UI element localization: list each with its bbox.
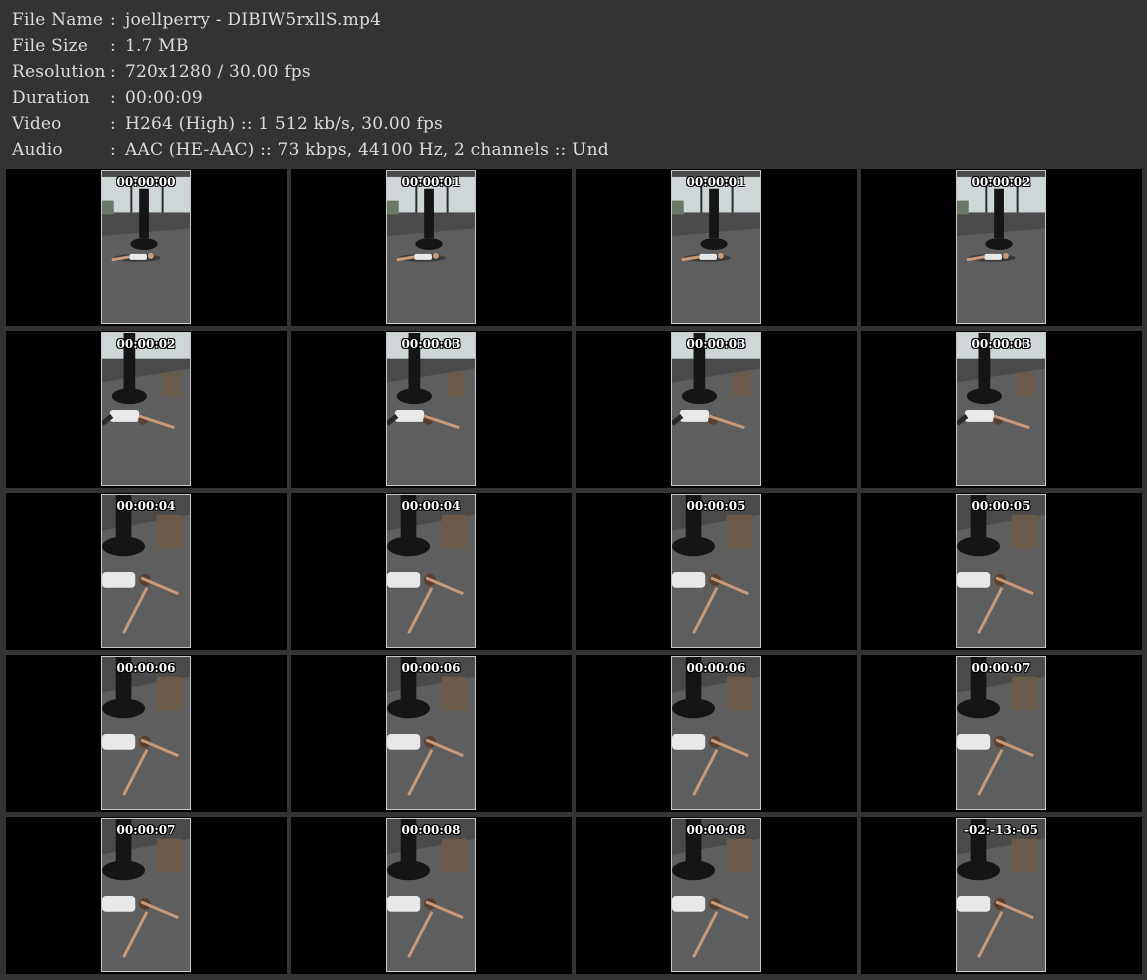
frame-timestamp: 00:00:01 bbox=[401, 175, 461, 189]
video-frame-image: 00:00:04 bbox=[101, 494, 191, 648]
video-frame-image: 00:00:03 bbox=[671, 332, 761, 486]
frame-timestamp: 00:00:05 bbox=[686, 499, 746, 513]
info-label: Audio bbox=[12, 140, 63, 160]
frame-timestamp: 00:00:08 bbox=[401, 823, 461, 837]
frame-timestamp: 00:00:02 bbox=[116, 337, 176, 351]
video-frame-image: 00:00:06 bbox=[101, 656, 191, 810]
frame-timestamp: 00:00:04 bbox=[116, 499, 176, 513]
info-label: File Size bbox=[12, 36, 89, 56]
thumbnail-cell[interactable]: 00:00:07 bbox=[6, 817, 287, 974]
thumbnail-cell[interactable]: 00:00:05 bbox=[861, 493, 1142, 650]
thumbnail-cell[interactable]: 00:00:03 bbox=[861, 331, 1142, 488]
thumbnail-cell[interactable]: -02:-13:-05 bbox=[861, 817, 1142, 974]
info-value[interactable]: joellperry - DIBIW5rxllS.mp4 bbox=[125, 9, 381, 31]
info-value[interactable]: 1.7 MB bbox=[125, 35, 189, 57]
video-frame-image: 00:00:02 bbox=[101, 332, 191, 486]
thumbnail-cell[interactable]: 00:00:08 bbox=[291, 817, 572, 974]
thumbnail-cell[interactable]: 00:00:05 bbox=[576, 493, 857, 650]
info-value[interactable]: 00:00:09 bbox=[125, 87, 203, 109]
video-frame-image: 00:00:04 bbox=[386, 494, 476, 648]
info-value[interactable]: 720x1280 / 30.00 fps bbox=[125, 61, 311, 83]
video-frame-image: 00:00:07 bbox=[101, 818, 191, 972]
frame-timestamp: -02:-13:-05 bbox=[964, 823, 1038, 837]
thumbnail-cell[interactable]: 00:00:06 bbox=[291, 655, 572, 812]
video-frame-image: 00:00:05 bbox=[671, 494, 761, 648]
info-label: Resolution bbox=[12, 62, 106, 82]
thumbnail-cell[interactable]: 00:00:01 bbox=[291, 169, 572, 326]
frame-timestamp: 00:00:07 bbox=[971, 661, 1031, 675]
video-frame-image: 00:00:08 bbox=[386, 818, 476, 972]
frame-timestamp: 00:00:06 bbox=[686, 661, 746, 675]
info-label: Duration bbox=[12, 88, 90, 108]
info-value[interactable]: AAC (HE-AAC) :: 73 kbps, 44100 Hz, 2 cha… bbox=[125, 139, 609, 161]
thumbnail-cell[interactable]: 00:00:02 bbox=[861, 169, 1142, 326]
info-label: File Name bbox=[12, 10, 104, 30]
thumbnail-cell[interactable]: 00:00:01 bbox=[576, 169, 857, 326]
frame-timestamp: 00:00:08 bbox=[686, 823, 746, 837]
info-separator: : bbox=[110, 88, 116, 108]
frame-timestamp: 00:00:05 bbox=[971, 499, 1031, 513]
video-frame-image: 00:00:01 bbox=[386, 170, 476, 324]
info-separator: : bbox=[110, 36, 116, 56]
video-frame-image: 00:00:03 bbox=[386, 332, 476, 486]
frame-timestamp: 00:00:06 bbox=[116, 661, 176, 675]
video-frame-image: 00:00:08 bbox=[671, 818, 761, 972]
info-label: Video bbox=[12, 114, 62, 134]
frame-timestamp: 00:00:03 bbox=[971, 337, 1031, 351]
video-frame-image: 00:00:02 bbox=[956, 170, 1046, 324]
video-frame-image: 00:00:03 bbox=[956, 332, 1046, 486]
video-frame-image: -02:-13:-05 bbox=[956, 818, 1046, 972]
info-value[interactable]: H264 (High) :: 1 512 kb/s, 30.00 fps bbox=[125, 113, 443, 135]
frame-timestamp: 00:00:01 bbox=[686, 175, 746, 189]
video-frame-image: 00:00:05 bbox=[956, 494, 1046, 648]
thumbnail-cell[interactable]: 00:00:06 bbox=[6, 655, 287, 812]
frame-timestamp: 00:00:02 bbox=[971, 175, 1031, 189]
thumbnail-cell[interactable]: 00:00:03 bbox=[291, 331, 572, 488]
frame-timestamp: 00:00:04 bbox=[401, 499, 461, 513]
video-frame-image: 00:00:01 bbox=[671, 170, 761, 324]
info-separator: : bbox=[110, 140, 116, 160]
video-frame-image: 00:00:07 bbox=[956, 656, 1046, 810]
frame-timestamp: 00:00:00 bbox=[116, 175, 176, 189]
frame-timestamp: 00:00:07 bbox=[116, 823, 176, 837]
info-separator: : bbox=[110, 10, 116, 30]
info-separator: : bbox=[110, 62, 116, 82]
thumbnail-cell[interactable]: 00:00:06 bbox=[576, 655, 857, 812]
frame-timestamp: 00:00:03 bbox=[686, 337, 746, 351]
frame-timestamp: 00:00:06 bbox=[401, 661, 461, 675]
thumbnail-cell[interactable]: 00:00:02 bbox=[6, 331, 287, 488]
thumbnail-cell[interactable]: 00:00:04 bbox=[6, 493, 287, 650]
thumbnail-cell[interactable]: 00:00:03 bbox=[576, 331, 857, 488]
thumbnail-cell[interactable]: 00:00:07 bbox=[861, 655, 1142, 812]
frame-timestamp: 00:00:03 bbox=[401, 337, 461, 351]
video-frame-image: 00:00:00 bbox=[101, 170, 191, 324]
thumbnail-cell[interactable]: 00:00:08 bbox=[576, 817, 857, 974]
thumbnail-cell[interactable]: 00:00:00 bbox=[6, 169, 287, 326]
video-frame-image: 00:00:06 bbox=[671, 656, 761, 810]
file-info-header: File Name: joellperry - DIBIW5rxllS.mp4 Fi… bbox=[0, 0, 1147, 165]
info-separator: : bbox=[110, 114, 116, 134]
video-frame-image: 00:00:06 bbox=[386, 656, 476, 810]
thumbnail-cell[interactable]: 00:00:04 bbox=[291, 493, 572, 650]
